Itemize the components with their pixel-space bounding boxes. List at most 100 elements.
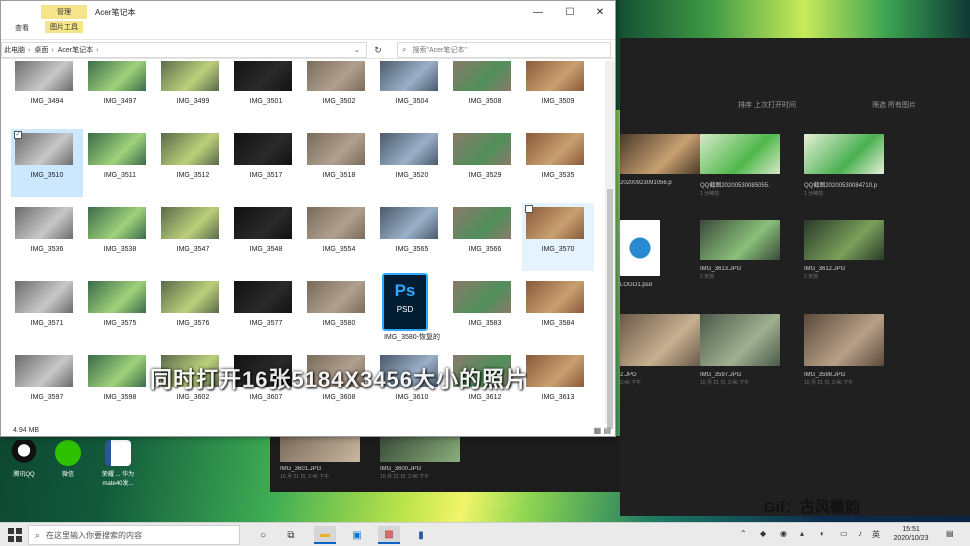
file-name: IMG_3570 — [541, 246, 575, 253]
desktop-icon-word-doc[interactable]: 荣耀 ... 华为mate40发... — [98, 440, 138, 487]
file-tile[interactable]: IMG_3508 — [449, 61, 521, 123]
file-tile[interactable]: IMG_3547 — [157, 203, 229, 271]
manage-ribbon-tab[interactable]: 管理 — [41, 5, 87, 19]
store-icon[interactable]: ▣ — [346, 526, 368, 544]
file-tile[interactable]: Ps PSD IMG_3580-恢复的 — [376, 273, 448, 345]
file-tile[interactable]: IMG_3529 — [449, 129, 521, 197]
breadcrumb-this-pc[interactable]: 此电脑 — [4, 45, 25, 55]
photo-tile[interactable]: QQ截图20200530084710.p 1 分钟前 — [804, 134, 884, 197]
file-tile[interactable]: IMG_3583 — [449, 277, 521, 345]
word-doc-icon — [105, 440, 131, 466]
file-tile[interactable]: IMG_3517 — [230, 129, 302, 197]
file-tile[interactable]: IMG_3535 — [522, 129, 594, 197]
file-tile[interactable]: IMG_3548 — [230, 203, 302, 271]
photo-tile[interactable]: IMG_3600.JPG 10 月 21 日, 2:46 下午 — [380, 436, 460, 480]
file-tile[interactable]: IMG_3613 — [522, 351, 594, 419]
tab-view[interactable]: 查看 — [15, 23, 29, 33]
photo-tile[interactable]: IMG_3601.JPG 10 月 21 日, 2:46 下午 — [280, 436, 360, 480]
file-tile[interactable]: IMG_3501 — [230, 61, 302, 123]
minimize-button[interactable]: — — [523, 3, 553, 21]
volume-icon[interactable]: ♪ — [858, 529, 862, 538]
file-explorer-taskbar-icon[interactable]: ▬ — [314, 526, 336, 544]
search-input[interactable]: ⌕ 搜索"Acer笔记本" — [397, 42, 611, 58]
overlay-caption: 同时打开16张5184X3456大小的照片 — [150, 367, 529, 392]
file-tile[interactable]: IMG_3520 — [376, 129, 448, 197]
breadcrumb-acer-folder[interactable]: Acer笔记本 — [58, 45, 93, 55]
file-tile[interactable]: IMG_3584 — [522, 277, 594, 345]
photo-tile[interactable]: IMG_3613.JPG 2 天前 — [700, 220, 780, 280]
photo-tile[interactable]: QQ截图20200530085055. 1 分钟前 — [700, 134, 780, 197]
photoshop-psd-icon: Ps PSD — [382, 273, 428, 331]
image-thumbnail — [161, 61, 219, 91]
file-tile[interactable]: IMG_3598 — [84, 351, 156, 419]
file-tile[interactable]: IMG_3575 — [84, 277, 156, 345]
file-tile[interactable]: IMG_3554 — [303, 203, 375, 271]
file-tile[interactable]: IMG_3536 — [11, 203, 83, 271]
breadcrumb-desktop[interactable]: 桌面 — [34, 45, 48, 55]
file-tile[interactable]: IMG_3597 — [11, 351, 83, 419]
file-tile[interactable]: IMG_3538 — [84, 203, 156, 271]
photo-tile[interactable]: 2.JPG 2:46 下午 — [620, 314, 700, 386]
clock[interactable]: 15:51 2020/10/23 — [886, 525, 936, 543]
tray-app-icon[interactable]: ◉ — [780, 529, 787, 538]
photo-tile[interactable]: IMG_3612.JPG 2 天前 — [804, 220, 884, 280]
filter-dropdown[interactable]: 筛选 所有图片 — [872, 100, 916, 110]
taskbar-search-input[interactable]: ⌕ 在这里输入你要搜索的内容 — [28, 525, 240, 545]
scrollbar-thumb[interactable] — [607, 189, 613, 429]
notification-icon[interactable]: ▤ — [946, 529, 954, 538]
file-tile[interactable]: IMG_3580 — [303, 277, 375, 345]
view-toggle-icons[interactable]: ▦ ▤ — [594, 426, 611, 435]
desktop-icon-wechat[interactable]: 微信 — [48, 440, 88, 478]
file-tile[interactable]: IMG_3504 — [376, 61, 448, 123]
file-tile[interactable]: IMG_3512 — [157, 129, 229, 197]
file-tile[interactable]: IMG_3565 — [376, 203, 448, 271]
close-button[interactable]: ✕ — [585, 3, 615, 21]
desktop-icon-qq[interactable]: 腾讯QQ — [4, 440, 44, 478]
file-tile[interactable]: IMG_3566 — [449, 203, 521, 271]
photo-thumbnail — [700, 220, 780, 260]
image-thumbnail — [161, 207, 219, 239]
photo-tile[interactable]: 20200923091056.p — [620, 134, 700, 187]
file-tile[interactable]: IMG_3497 — [84, 61, 156, 123]
file-name: IMG_3548 — [249, 246, 283, 253]
tray-app-icon[interactable]: ▴ — [800, 529, 804, 538]
task-view-icon[interactable]: ⧉ — [280, 526, 302, 544]
chevron-down-icon[interactable]: ⌄ — [354, 46, 360, 54]
file-tile[interactable]: IMG_3509 — [522, 61, 594, 123]
image-thumbnail — [15, 355, 73, 387]
photo-tile[interactable]: IMG_3597.JPG 10 月 21 日, 2:46 下午 — [700, 314, 780, 386]
address-field[interactable]: 此电脑 › 桌面 › Acer笔记本 › ⌄ — [1, 42, 367, 58]
vertical-scrollbar[interactable] — [605, 61, 615, 429]
tray-chevron-up-icon[interactable]: ⌃ — [740, 529, 747, 538]
file-tile[interactable]: IMG_3577 — [230, 277, 302, 345]
file-tile[interactable]: ✓ IMG_3510 — [11, 129, 83, 197]
file-tile[interactable]: IMG_3502 — [303, 61, 375, 123]
word-taskbar-icon[interactable]: ▮ — [410, 526, 432, 544]
file-tile[interactable]: IMG_3570 — [522, 203, 594, 271]
image-thumbnail — [234, 61, 292, 91]
tab-picture-tools[interactable]: 图片工具 — [45, 21, 83, 33]
tray-app-icon[interactable]: ◆ — [760, 529, 766, 538]
file-name: IMG_3504 — [395, 98, 429, 105]
file-tile[interactable]: IMG_3494 — [11, 61, 83, 123]
windows-start-icon[interactable] — [8, 528, 22, 542]
file-tile[interactable]: IMG_3576 — [157, 277, 229, 345]
network-icon[interactable]: ▭ — [840, 529, 848, 538]
file-name: IMG_3575 — [103, 320, 137, 327]
maximize-button[interactable]: ☐ — [555, 3, 585, 21]
selection-checkbox[interactable] — [525, 205, 533, 213]
selection-checkbox[interactable]: ✓ — [14, 131, 22, 139]
file-tile[interactable]: IMG_3499 — [157, 61, 229, 123]
cortana-icon[interactable]: ○ — [252, 526, 274, 544]
file-tile[interactable]: IMG_3571 — [11, 277, 83, 345]
photo-tile[interactable]: LOGO1.psd — [620, 220, 700, 289]
sort-dropdown[interactable]: 排序 上次打开时间 — [738, 100, 796, 110]
photo-app-taskbar-icon[interactable]: ▩ — [378, 526, 400, 544]
file-tile[interactable]: IMG_3518 — [303, 129, 375, 197]
tray-app-icon[interactable]: ◐ — [820, 529, 825, 538]
refresh-icon[interactable]: ↻ — [371, 43, 385, 57]
ime-indicator[interactable]: 英 — [872, 529, 880, 540]
file-tile[interactable]: IMG_3511 — [84, 129, 156, 197]
photo-tile[interactable]: IMG_3598.JPG 10 月 21 日, 2:46 下午 — [804, 314, 884, 386]
search-icon: ⌕ — [402, 45, 407, 54]
